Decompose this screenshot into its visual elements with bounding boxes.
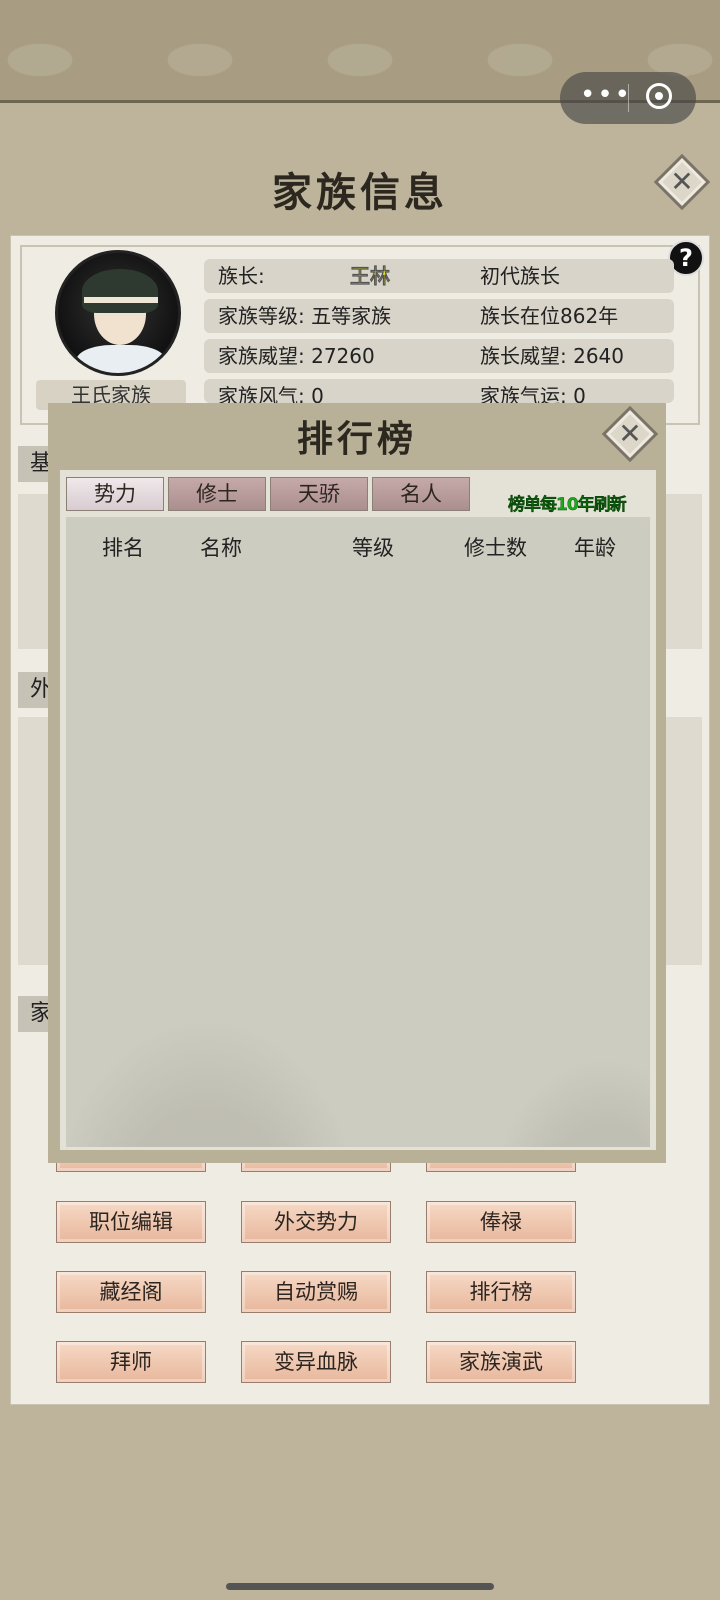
auto-reward-button[interactable]: 自动赏赐 [241, 1271, 391, 1313]
info-row-ethos: 家族风气: 0 家族气运: 0 [204, 379, 674, 403]
patriarch-label: 族长: [218, 264, 265, 288]
miniprogram-capsule: ••• [560, 72, 696, 124]
page-title: 家族信息 [272, 169, 448, 216]
tab-cultivator[interactable]: 修士 [168, 477, 266, 511]
tab-prodigy[interactable]: 天骄 [270, 477, 368, 511]
position-edit-button[interactable]: 职位编辑 [56, 1201, 206, 1243]
patriarch-name[interactable]: 王林 [350, 259, 391, 293]
scripture-pavilion-button[interactable]: 藏经阁 [56, 1271, 206, 1313]
capsule-divider [628, 84, 629, 112]
more-icon[interactable]: ••• [578, 82, 634, 112]
patriarch-prestige: 族长威望: 2640 [480, 344, 624, 368]
family-prestige: 家族威望: 27260 [218, 344, 375, 368]
close-icon: ✕ [618, 417, 642, 450]
tab-celebrity[interactable]: 名人 [372, 477, 470, 511]
close-miniprogram-icon[interactable] [646, 83, 672, 109]
mountain-decoration [66, 1017, 366, 1147]
patriarch-title: 初代族长 [480, 264, 560, 288]
patriarch-avatar[interactable] [55, 250, 181, 376]
avatar-hair [82, 269, 158, 313]
family-ethos: 家族风气: 0 [218, 384, 324, 403]
mountain-decoration [486, 1057, 650, 1147]
family-level: 家族等级: 五等家族 [218, 304, 392, 328]
patriarch-tenure: 族长在位862年 [480, 304, 619, 328]
refresh-note: 榜单每10年刷新 [508, 495, 627, 515]
leaderboard-button[interactable]: 排行榜 [426, 1271, 576, 1313]
tab-faction[interactable]: 势力 [66, 477, 164, 511]
avatar-headband [84, 297, 158, 303]
ranking-title: 排行榜 [296, 418, 417, 460]
family-fortune: 家族气运: 0 [480, 384, 586, 403]
info-row-prestige: 家族威望: 27260 族长威望: 2640 [204, 339, 674, 373]
close-icon: ✕ [670, 165, 694, 198]
apprentice-button[interactable]: 拜师 [56, 1341, 206, 1383]
family-martial-button[interactable]: 家族演武 [426, 1341, 576, 1383]
column-age: 年龄 [574, 536, 616, 560]
salary-button[interactable]: 俸禄 [426, 1201, 576, 1243]
diplomacy-button[interactable]: 外交势力 [241, 1201, 391, 1243]
bloodline-button[interactable]: 变异血脉 [241, 1341, 391, 1383]
ranking-list[interactable] [66, 517, 650, 1147]
home-indicator [226, 1583, 494, 1590]
info-row-patriarch: 族长: 王林 初代族长 [204, 259, 674, 293]
avatar-robe [76, 345, 166, 373]
info-row-level: 家族等级: 五等家族 族长在位862年 [204, 299, 674, 333]
column-cultivators: 修士数 [464, 536, 527, 560]
column-rank: 排名 [102, 536, 144, 560]
column-name: 名称 [200, 536, 242, 560]
column-level: 等级 [352, 536, 394, 560]
